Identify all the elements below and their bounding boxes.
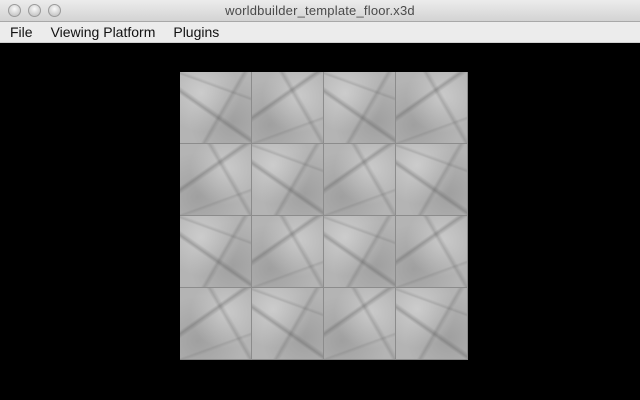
- floor-tile: [324, 144, 396, 216]
- floor-tile: [180, 288, 252, 360]
- application-window: worldbuilder_template_floor.x3d File Vie…: [0, 0, 640, 400]
- floor-tile: [396, 72, 468, 144]
- floor-tile: [396, 288, 468, 360]
- floor-tile: [252, 288, 324, 360]
- menu-viewing-platform[interactable]: Viewing Platform: [42, 22, 165, 42]
- window-title: worldbuilder_template_floor.x3d: [225, 3, 415, 18]
- floor-tile: [324, 72, 396, 144]
- floor-tile: [180, 144, 252, 216]
- floor-tile: [396, 216, 468, 288]
- floor-tile: [252, 72, 324, 144]
- menu-plugins[interactable]: Plugins: [164, 22, 228, 42]
- title-bar[interactable]: worldbuilder_template_floor.x3d: [0, 0, 640, 22]
- floor-tile: [252, 144, 324, 216]
- floor-tile: [180, 72, 252, 144]
- 3d-viewport[interactable]: [0, 43, 640, 400]
- floor-tile: [324, 288, 396, 360]
- menu-bar: File Viewing Platform Plugins: [0, 22, 640, 43]
- floor-tile: [324, 216, 396, 288]
- floor-tile: [396, 144, 468, 216]
- floor-tile: [180, 216, 252, 288]
- floor-tile: [252, 216, 324, 288]
- menu-file[interactable]: File: [0, 22, 42, 42]
- marble-floor[interactable]: [180, 72, 468, 360]
